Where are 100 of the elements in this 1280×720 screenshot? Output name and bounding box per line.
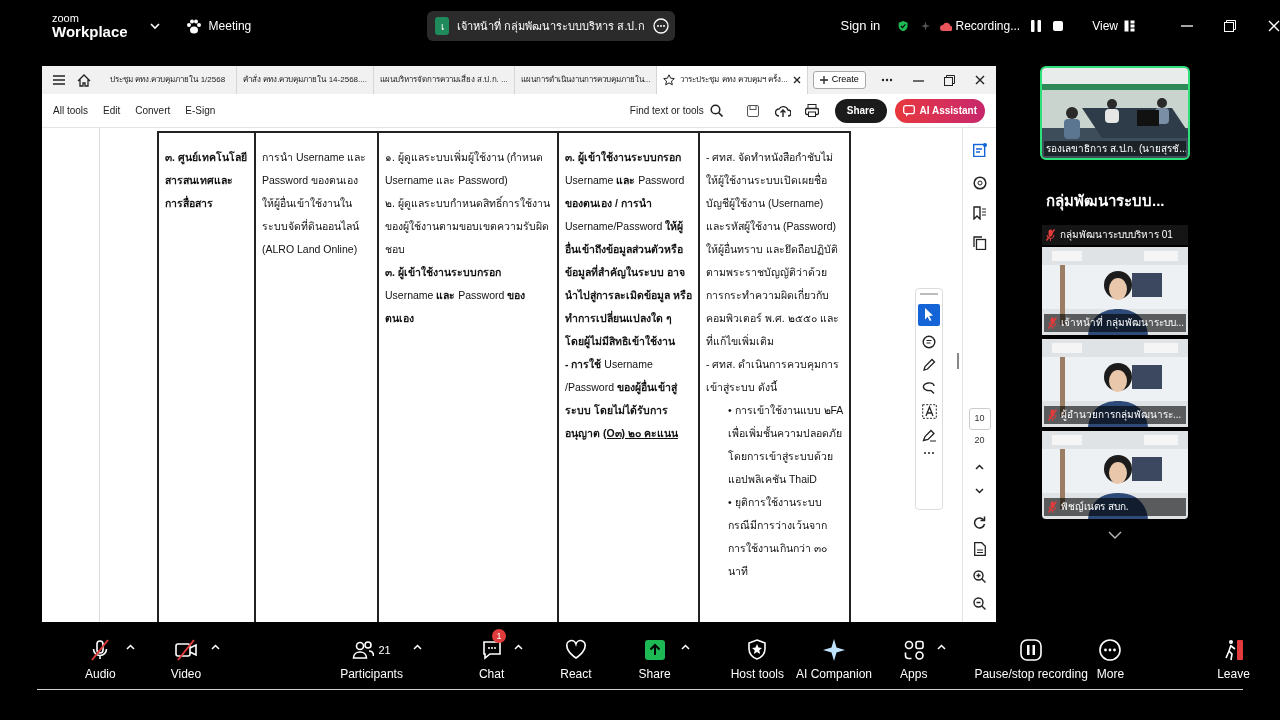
toolbar-button[interactable]: AI Companion xyxy=(796,638,873,683)
sign-in-link[interactable]: Sign in xyxy=(840,16,881,36)
caret-up-icon[interactable] xyxy=(211,644,221,650)
search-icon xyxy=(709,104,723,117)
toolbar-label: Apps xyxy=(900,666,928,683)
meeting-menu[interactable]: Meeting xyxy=(185,17,252,35)
toolbar-label: Chat xyxy=(478,666,505,683)
notification-badge: 1 xyxy=(491,629,506,643)
toolbar-menu-item[interactable]: Convert xyxy=(135,103,171,118)
home-icon[interactable] xyxy=(77,73,91,87)
meeting-title-pill[interactable]: เ เจ้าหน้าที่ กลุ่มพัฒนาระบบบริหาร ส.ป.ก xyxy=(427,11,675,41)
toolbar-button[interactable]: Host tools xyxy=(730,638,784,683)
rotate-icon[interactable] xyxy=(973,515,986,529)
toolbar-button[interactable]: 21 Participants xyxy=(340,638,403,683)
page-number[interactable]: 10 xyxy=(968,408,991,430)
cell-text: ๑. ผู้ดูแลระบบเพิ่มผู้ใช้งาน (กำหนด Username และ Password) xyxy=(385,149,545,188)
signature-icon[interactable] xyxy=(921,428,937,442)
cloud-upload-icon[interactable] xyxy=(774,104,791,117)
group-heading: กลุ่มพัฒนาระบบ... xyxy=(1045,191,1166,213)
stop-icon[interactable] xyxy=(1052,20,1065,32)
cell-text: - ศทส. ดำเนินการควบคุมการเข้าสู่ระบบ ดังนี้ xyxy=(706,357,841,396)
tab-title: แผนการดำเนินงานการควบคุมภายใน... xyxy=(520,74,651,86)
lasso-icon[interactable] xyxy=(922,381,936,395)
toolbar-button[interactable]: Leave xyxy=(1217,638,1250,683)
caret-up-icon[interactable] xyxy=(514,644,524,650)
toolbar-label: Leave xyxy=(1217,666,1250,683)
toolbar-button[interactable]: Apps xyxy=(900,638,928,683)
ai-assistant-button[interactable]: AI Assistant xyxy=(894,98,985,123)
print-icon[interactable] xyxy=(804,104,819,117)
zoom-out-icon[interactable] xyxy=(973,596,986,610)
toolbar-menu-item[interactable]: All tools xyxy=(53,103,88,118)
toolbar-label: Pause/stop recording xyxy=(974,666,1088,683)
toolbar-button[interactable]: Share xyxy=(638,638,671,683)
video-tile[interactable]: พิชญ์เนตร สบก. xyxy=(1040,428,1190,521)
tab-title: ประชุม คทง.ควบคุมภายใน 1/2568 xyxy=(110,74,226,86)
cell-text: การนำ Username และ Password ของตนเอง ให้ผู้อื่นเข้าใช้งานในระบบจัดที่ดินออนไลน์ (ALRO Land Online) xyxy=(262,150,368,257)
toolbar-button[interactable]: More xyxy=(1096,638,1125,683)
close-icon[interactable] xyxy=(792,76,801,84)
more-icon xyxy=(652,18,669,34)
paw-icon xyxy=(185,18,202,34)
caret-up-icon[interactable] xyxy=(125,644,135,650)
toolbar-label: Participants xyxy=(340,666,403,683)
participant-count: 21 xyxy=(378,642,391,658)
cursor-icon[interactable] xyxy=(918,304,940,326)
cell-text: ๓. ศูนย์เทคโนโลยีสารสนเทศและการสื่อสาร xyxy=(165,150,248,211)
avatar-badge: เ xyxy=(435,17,450,35)
more-icon[interactable] xyxy=(881,78,893,82)
create-button[interactable]: Create xyxy=(812,71,866,89)
tab-title: วาระประชุม คทง ควบคุมฯ ครั้ง... xyxy=(680,74,788,86)
restore-icon[interactable] xyxy=(1224,20,1236,32)
document-icon[interactable] xyxy=(973,541,986,556)
text-select-icon[interactable] xyxy=(921,404,937,419)
toolbar-label: Share xyxy=(638,666,671,683)
toolbar-button[interactable]: Audio xyxy=(85,638,116,683)
chevron-down-icon[interactable] xyxy=(975,487,984,494)
chevron-up-icon[interactable] xyxy=(975,463,984,470)
cell-text: ๒. ผู้ดูแลระบบกำหนดสิทธิ์การใช้งานของผู้ใช้งานตามขอบเขตความรับผิดชอบ xyxy=(385,194,551,257)
edit-document-icon[interactable] xyxy=(972,143,987,157)
cell-text: • ยุติการใช้งานระบบกรณีมีการว่างเว้นจากการใช้งานเกินกว่า ๓๐ นาที xyxy=(727,495,828,579)
browser-tab[interactable]: วาระประชุม คทง ควบคุมฯ ครั้ง... xyxy=(657,66,808,94)
video-tile[interactable]: เจ้าหน้าที่ กลุ่มพัฒนาระบบ... xyxy=(1040,244,1190,337)
participant-name: รองเลขาธิการ ส.ป.ก. (นายสุรชั... xyxy=(1044,141,1186,156)
participant-name: พิชญ์เนตร สบก. xyxy=(1061,500,1129,514)
page-number[interactable]: 20 xyxy=(974,434,985,448)
bookmark-icon[interactable] xyxy=(972,206,987,220)
video-tile[interactable]: ผู้อำนวยการกลุ่มพัฒนาระ... xyxy=(1040,336,1190,429)
pause-icon[interactable] xyxy=(1030,19,1043,33)
video-tile[interactable]: รองเลขาธิการ ส.ป.ก. (นายสุรชั... xyxy=(1040,66,1190,160)
meeting-title: เจ้าหน้าที่ กลุ่มพัฒนาระบบบริหาร ส.ป.ก xyxy=(457,17,645,35)
save-icon[interactable] xyxy=(746,104,759,117)
toolbar-button[interactable]: React xyxy=(560,638,592,683)
toolbar-button[interactable]: Video xyxy=(170,638,202,683)
share-button[interactable]: Share xyxy=(834,98,887,123)
toolbar-button[interactable]: Pause/stop recording xyxy=(974,638,1088,683)
caret-up-icon[interactable] xyxy=(680,644,690,650)
cell-text: • การเข้าใช้งานแบบ ๒FA เพื่อเพิ่มชั้นความปลอดภัยโดยการเข้าสู่ระบบด้วยแอปพลิเคชัน ThaiD xyxy=(727,403,843,487)
zoom-in-icon[interactable] xyxy=(973,569,986,583)
chat-bubble-icon xyxy=(902,104,915,117)
toolbar-menu-item[interactable]: E-Sign xyxy=(185,103,216,118)
group-name: กลุ่มพัฒนาระบบบริหาร 01 xyxy=(1060,228,1173,242)
caret-up-icon[interactable] xyxy=(937,644,947,650)
restore-icon[interactable] xyxy=(944,74,955,86)
chevron-down-icon[interactable] xyxy=(1108,530,1122,539)
view-button[interactable]: View xyxy=(1092,17,1135,35)
grid-layout-icon xyxy=(1124,20,1135,32)
close-icon[interactable] xyxy=(975,75,985,85)
cell-text: - การใช้ Username /Password ของผู้อื่นเข้าสู่ระบบ โดยไม่ได้รับการอนุญาต (O๓) ๒๐ คะแนน xyxy=(565,357,679,442)
pages-icon[interactable] xyxy=(972,236,987,250)
pen-icon[interactable] xyxy=(922,358,936,372)
recording-status: Recording... xyxy=(955,18,1021,35)
participant-name: เจ้าหน้าที่ กลุ่มพัฒนาระบบ... xyxy=(1061,315,1185,330)
find-tools-field[interactable]: Find text or tools xyxy=(629,103,723,118)
cell-text: - ศทส. จัดทำหนังสือกำชับไม่ให้ผู้ใช้งานระบบเปิดเผยชื่อบัญชีผู้ใช้งาน (Username) และรหัสผู้ใช้งาน (Password) ให้ผู้อื่นทราบ และยึดถือปฏิบัติตามพระราชบัญญัติว่าด้วยการกระทำความผิดเกี่ยวกับคอมพิวเตอร์ พ.ศ. ๒๕๕๐ และที่แก้ไขเพิ่มเติม xyxy=(706,150,840,349)
sparkle-icon xyxy=(920,19,930,33)
more-icon[interactable] xyxy=(923,451,935,455)
cloud-icon xyxy=(939,21,952,31)
menu-icon[interactable] xyxy=(53,75,65,85)
toolbar-menu-item[interactable]: Edit xyxy=(103,103,121,118)
caret-up-icon[interactable] xyxy=(412,644,422,650)
toolbar-label: Host tools xyxy=(730,666,784,683)
